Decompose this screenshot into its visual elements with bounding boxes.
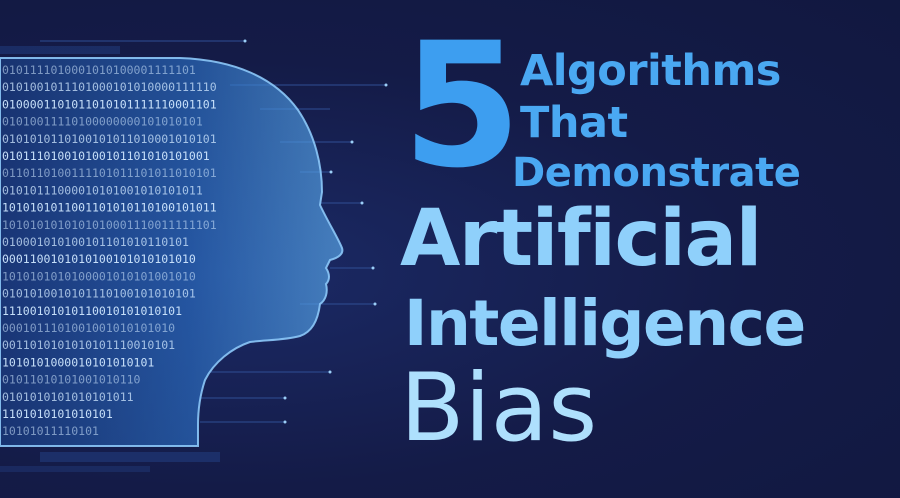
headline-line-artificial: Artificial xyxy=(400,194,762,284)
headline-number: 5 xyxy=(402,5,522,206)
headline-line-that: That xyxy=(520,98,628,148)
headline-line-algorithms: Algorithms xyxy=(520,46,781,96)
headline: 5 Algorithms That Demonstrate Artificial… xyxy=(0,0,900,498)
headline-line-bias: Bias xyxy=(400,354,598,463)
headline-line-intelligence: Intelligence xyxy=(404,287,806,360)
banner: 0101111010001010100001111101 010100101110… xyxy=(0,0,900,498)
headline-line-demonstrate: Demonstrate xyxy=(512,150,801,196)
